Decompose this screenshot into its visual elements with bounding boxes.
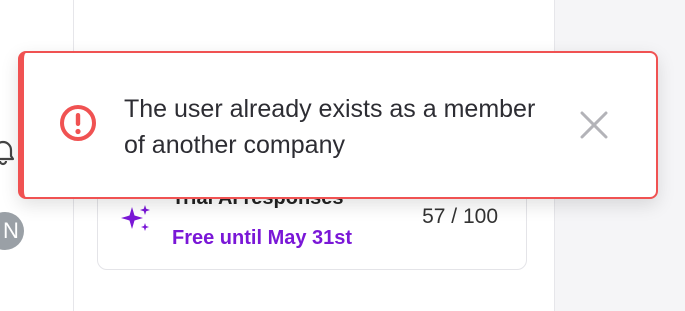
usage-count: 57 / 100: [422, 205, 498, 228]
promo-text: Free until May 31st: [172, 227, 353, 249]
avatar-initial: N: [3, 218, 19, 243]
error-toast: The user already exists as a member of a…: [18, 51, 658, 199]
close-icon[interactable]: [576, 107, 612, 143]
avatar[interactable]: N: [0, 212, 24, 250]
toast-message: The user already exists as a member of a…: [124, 95, 536, 159]
sparkle-icon: [120, 203, 152, 235]
bell-icon[interactable]: [0, 136, 15, 166]
alert-circle-icon: [58, 103, 98, 143]
